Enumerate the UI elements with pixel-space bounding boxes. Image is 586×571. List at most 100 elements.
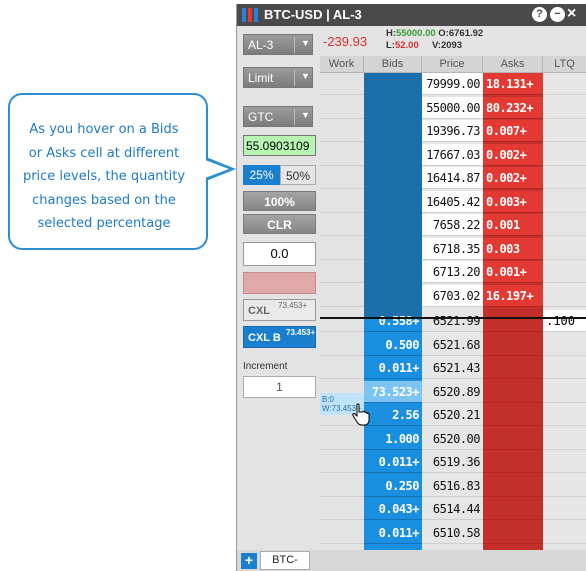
work-cell[interactable] (320, 73, 364, 95)
price-cell[interactable]: 7658.22 (422, 214, 483, 236)
open-label: O: (438, 28, 449, 39)
increment-label: Increment (243, 361, 288, 372)
callout-line: changes based on the (32, 192, 176, 208)
price-cell[interactable]: 6521.99 (422, 310, 483, 332)
work-cell[interactable] (320, 167, 364, 189)
work-cell[interactable] (320, 120, 364, 142)
ask-cell[interactable]: 0.003 (483, 237, 543, 260)
bid-cell[interactable]: 0.043+ (364, 498, 422, 520)
ask-cell[interactable] (483, 404, 543, 426)
price-cell[interactable]: 55000.00 (422, 96, 483, 119)
bid-row: 0.500 6521.68 (320, 333, 586, 356)
pct-25-button[interactable]: 25% (243, 165, 280, 185)
price-cell[interactable]: 6514.44 (422, 498, 483, 520)
work-cell[interactable] (320, 261, 364, 283)
ask-cell[interactable] (483, 333, 543, 356)
work-cell[interactable] (320, 285, 364, 307)
price-cell[interactable]: 6521.43 (422, 357, 483, 379)
cxl-bids-button[interactable]: CXL B 73.453+ (243, 326, 316, 348)
ask-cell[interactable]: 0.002+ (483, 143, 543, 166)
increment-field[interactable]: 1 (243, 376, 316, 398)
bid-cell[interactable]: 73.523+ (364, 380, 422, 403)
title-bar[interactable]: BTC-USD | AL-3 ? − × (237, 4, 586, 26)
chevron-down-icon: ▼ (301, 38, 310, 48)
ltq-cell (543, 522, 586, 544)
ask-cell[interactable] (483, 498, 543, 520)
bid-cell[interactable]: 0.500 (364, 334, 422, 356)
ask-cell[interactable]: 0.003+ (483, 190, 543, 213)
price-cell[interactable]: 6520.00 (422, 428, 483, 450)
work-cell[interactable] (320, 498, 364, 520)
price-cell[interactable]: 19396.73 (422, 120, 483, 142)
bid-cell[interactable]: 0.011+ (364, 357, 422, 379)
work-cell[interactable] (320, 191, 364, 213)
price-cell[interactable]: 16414.87 (422, 167, 483, 189)
tif-dropdown[interactable]: GTC ▼ (243, 106, 313, 127)
price-cell[interactable]: 6510.58 (422, 522, 483, 544)
bid-cell[interactable]: 0.250 (364, 475, 422, 497)
price-cell[interactable]: 6520.89 (422, 381, 483, 403)
price-cell[interactable]: 6519.36 (422, 451, 483, 473)
work-cell[interactable] (320, 238, 364, 260)
minimize-icon[interactable]: − (550, 7, 565, 22)
work-cell[interactable] (320, 451, 364, 473)
price-cell[interactable]: 79999.00 (422, 73, 483, 95)
ask-cell[interactable] (483, 380, 543, 403)
ask-cell[interactable]: 0.007+ (483, 120, 543, 142)
price-cell[interactable]: 17667.03 (422, 143, 483, 166)
ask-cell[interactable]: 0.001 (483, 214, 543, 236)
bid-cell[interactable]: 0.011+ (364, 522, 422, 544)
ask-cell[interactable] (483, 451, 543, 473)
bid-cell[interactable]: 1.000 (364, 428, 422, 450)
header-price: Price (422, 56, 483, 73)
ask-cell[interactable] (483, 310, 543, 332)
bid-cell[interactable]: 2.56 (364, 404, 422, 426)
ask-cell[interactable] (483, 474, 543, 497)
price-cell[interactable]: 6516.83 (422, 475, 483, 497)
work-cell[interactable] (320, 334, 364, 356)
work-cell[interactable] (320, 310, 364, 332)
ask-cell[interactable]: 80.232+ (483, 96, 543, 119)
ask-cell[interactable]: 0.001+ (483, 261, 543, 283)
work-cell[interactable] (320, 144, 364, 166)
cxl-button[interactable]: CXL 73.453+ (243, 299, 316, 321)
ask-cell[interactable]: 16.197+ (483, 284, 543, 307)
ask-cell[interactable] (483, 357, 543, 379)
quantity-field[interactable]: 0.0 (243, 242, 316, 266)
cxl-qty: 73.453+ (278, 301, 308, 310)
price-cell[interactable]: 6713.20 (422, 261, 483, 283)
volume-label: V: (431, 40, 441, 51)
ask-row: 6718.35 0.003 (320, 237, 586, 260)
price-field[interactable]: 55.0903109 (243, 135, 316, 156)
price-ladder: Work Bids Price Asks LTQ 79999.00 18.131+… (320, 56, 586, 550)
ask-cell[interactable]: 18.131+ (483, 73, 543, 95)
order-type-dropdown[interactable]: Limit ▼ (243, 67, 313, 88)
price-cell[interactable]: 6520.21 (422, 404, 483, 426)
price-cell[interactable]: 16405.42 (422, 190, 483, 213)
close-icon[interactable]: × (567, 5, 576, 23)
work-cell[interactable] (320, 522, 364, 544)
work-cell[interactable] (320, 428, 364, 450)
work-cell[interactable] (320, 357, 364, 379)
bid-cell[interactable]: 0.011+ (364, 451, 422, 473)
ask-cell[interactable] (483, 521, 543, 544)
account-dropdown[interactable]: AL-3 ▼ (243, 34, 313, 55)
add-tab-button[interactable]: + (241, 553, 257, 569)
pct-100-button[interactable]: 100% (243, 191, 316, 211)
price-cell[interactable]: 6718.35 (422, 237, 483, 260)
ltq-cell (543, 120, 586, 142)
price-cell[interactable]: 6703.02 (422, 284, 483, 307)
help-icon[interactable]: ? (532, 7, 547, 22)
work-cell[interactable] (320, 214, 364, 236)
price-cell[interactable]: 6521.68 (422, 334, 483, 356)
bid-cell[interactable]: 0.558+ (364, 310, 422, 332)
bottom-tab-bar: + BTC-USD (237, 550, 586, 571)
pct-50-button[interactable]: 50% (280, 165, 316, 185)
ask-cell[interactable]: 0.002+ (483, 167, 543, 189)
clr-button[interactable]: CLR (243, 214, 316, 234)
symbol-tab[interactable]: BTC-USD (260, 551, 310, 570)
ask-cell[interactable] (483, 427, 543, 450)
work-cell[interactable] (320, 475, 364, 497)
work-cell[interactable] (320, 97, 364, 119)
ask-row: 16414.87 0.002+ (320, 167, 586, 189)
